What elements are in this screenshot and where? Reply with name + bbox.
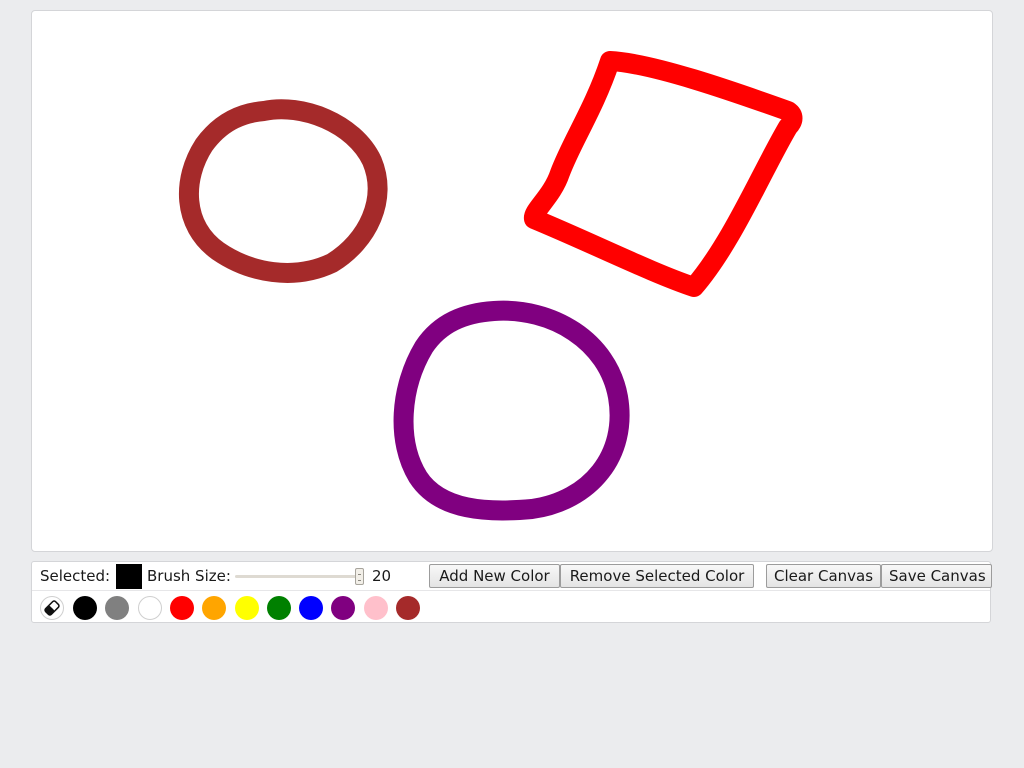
brush-size-value: 20 (372, 567, 392, 585)
palette-color-green[interactable] (266, 596, 291, 620)
purple-circle-stroke (393, 300, 630, 521)
add-new-color-button[interactable]: Add New Color (429, 564, 560, 588)
palette-color-pink[interactable] (363, 596, 388, 620)
drawing-canvas[interactable] (31, 10, 993, 552)
palette-color-purple[interactable] (331, 596, 356, 620)
palette-color-red[interactable] (169, 596, 194, 620)
brush-size-track (235, 575, 361, 578)
palette-color-black[interactable] (73, 596, 97, 620)
remove-selected-color-button[interactable]: Remove Selected Color (560, 564, 754, 588)
palette-color-yellow[interactable] (234, 596, 259, 620)
palette-color-white[interactable] (137, 596, 162, 620)
brush-size-thumb[interactable] (355, 568, 364, 585)
eraser-icon (44, 600, 60, 616)
brown-circle-stroke (178, 99, 388, 283)
palette-color-blue[interactable] (299, 596, 324, 620)
toolbar: Selected: Brush Size: 20 Add New Color R… (31, 561, 992, 623)
palette-color-brown[interactable] (396, 596, 420, 620)
palette-color-gray[interactable] (105, 596, 130, 620)
color-palette (32, 591, 990, 623)
brush-size-slider[interactable] (235, 568, 367, 585)
selected-label: Selected: (40, 567, 111, 585)
palette-color-orange[interactable] (202, 596, 227, 620)
toolbar-controls-row: Selected: Brush Size: 20 Add New Color R… (32, 562, 992, 591)
clear-canvas-button[interactable]: Clear Canvas (766, 564, 881, 588)
save-canvas-button[interactable]: Save Canvas (881, 564, 992, 588)
brush-size-label: Brush Size: (147, 567, 231, 585)
selected-color-swatch (116, 564, 142, 589)
drawing-surface[interactable] (32, 11, 992, 551)
eraser-button[interactable] (40, 596, 64, 620)
red-quad-stroke (524, 51, 803, 297)
